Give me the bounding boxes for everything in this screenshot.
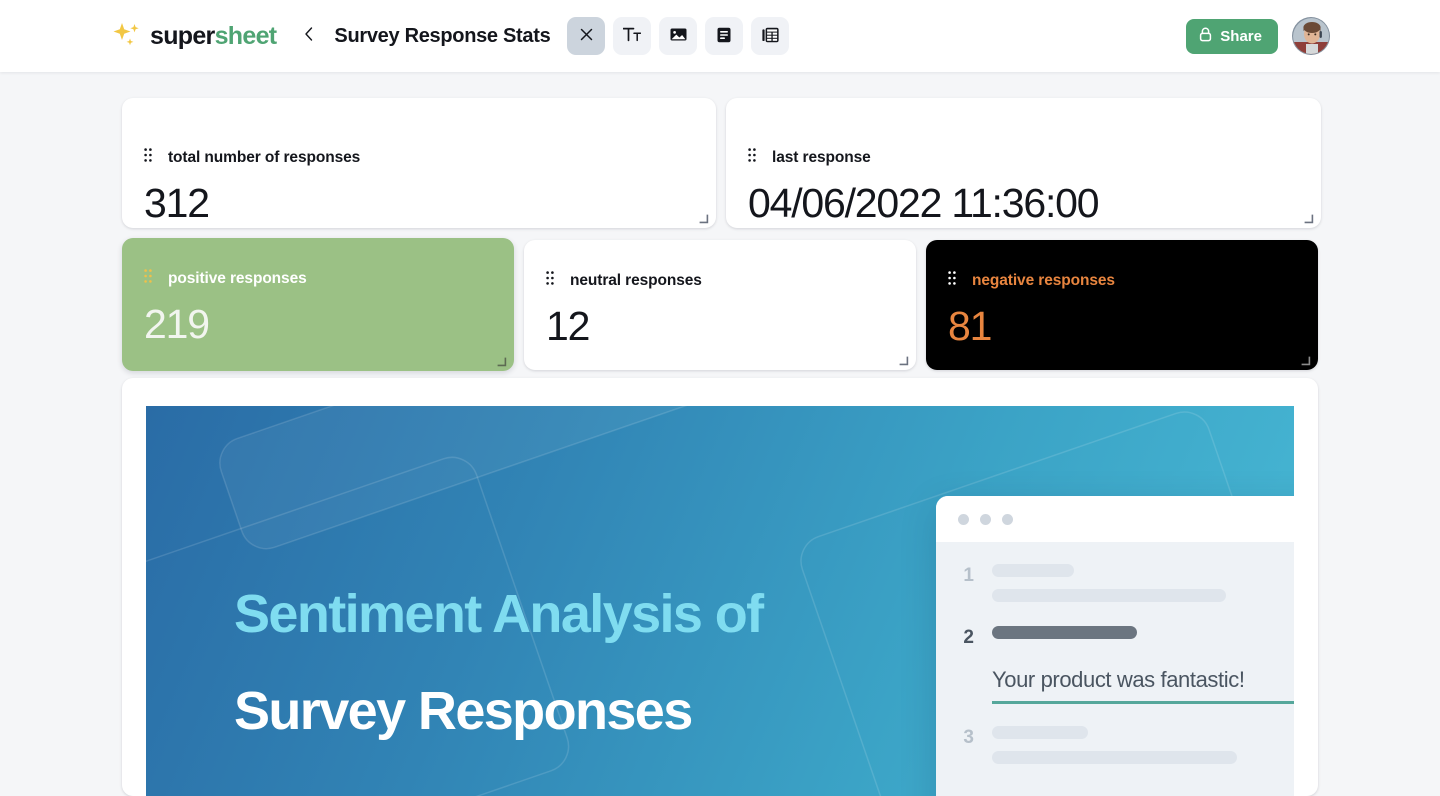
share-button-label: Share <box>1220 27 1262 45</box>
card-label: positive responses <box>168 269 307 287</box>
dashboard-canvas: total number of responses 312 last respo… <box>0 72 1440 796</box>
page-title[interactable]: Survey Response Stats <box>334 25 550 48</box>
chevron-left-icon <box>302 25 316 48</box>
resize-handle-icon[interactable] <box>698 211 709 224</box>
mockup-row-2: 2 <box>960 626 1294 647</box>
resize-handle-icon[interactable] <box>898 353 909 366</box>
back-button[interactable] <box>298 24 320 48</box>
lock-icon <box>1199 27 1212 46</box>
mockup-answer-underline <box>992 701 1294 704</box>
resize-handle-icon[interactable] <box>1303 211 1314 224</box>
mockup-placeholder-bars <box>992 626 1137 639</box>
card-header: last response <box>726 98 1321 167</box>
drag-handle-icon[interactable] <box>144 269 152 288</box>
share-button[interactable]: Share <box>1186 18 1278 54</box>
card-negative-responses[interactable]: negative responses 81 <box>926 240 1318 370</box>
window-dot-icon <box>980 513 991 525</box>
mockup-body: 1 2 Your product was fantastic! 3 <box>936 542 1294 796</box>
banner-heading-line2: Survey Responses <box>234 680 693 741</box>
window-dot-icon <box>1002 513 1013 525</box>
drag-handle-icon[interactable] <box>748 148 756 167</box>
card-value: 04/06/2022 11:36:00 <box>748 180 1100 226</box>
card-value: 81 <box>948 303 992 349</box>
resize-handle-icon[interactable] <box>496 354 507 367</box>
table-icon <box>762 27 779 46</box>
mockup-row-number: 3 <box>963 727 974 748</box>
mockup-answer-text: Your product was fantastic! <box>992 667 1245 692</box>
banner-illustration: Sentiment Analysis of Survey Responses 1 <box>146 406 1294 796</box>
logo-text-sheet: sheet <box>214 21 278 50</box>
card-value: 312 <box>144 180 210 226</box>
resize-handle-icon[interactable] <box>1300 353 1311 366</box>
browser-mockup-illustration: 1 2 Your product was fantastic! 3 <box>936 496 1294 796</box>
insert-text-block-button[interactable] <box>705 17 744 55</box>
mockup-titlebar <box>936 496 1294 542</box>
sparkles-icon <box>110 19 144 53</box>
card-header: positive responses <box>122 238 514 288</box>
placeholder-bar <box>992 626 1137 639</box>
banner-heading-line1: Sentiment Analysis of <box>234 584 764 644</box>
close-widget-button[interactable] <box>567 17 606 55</box>
card-last-response[interactable]: last response 04/06/2022 11:36:00 <box>726 98 1321 228</box>
insert-table-button[interactable] <box>751 17 790 55</box>
logo-text-super: super <box>150 21 215 50</box>
placeholder-bar <box>992 589 1226 602</box>
insert-image-button[interactable] <box>659 17 698 55</box>
app-header: supersheet Survey Response Stats Share <box>0 0 1440 72</box>
placeholder-bar <box>992 726 1088 739</box>
card-neutral-responses[interactable]: neutral responses 12 <box>524 240 916 370</box>
app-logo[interactable]: supersheet <box>110 19 278 53</box>
user-avatar[interactable] <box>1292 17 1330 55</box>
header-actions: Share <box>1186 0 1330 72</box>
placeholder-bar <box>992 751 1237 764</box>
text-format-icon <box>623 27 642 45</box>
card-positive-responses[interactable]: positive responses 219 <box>122 238 514 371</box>
window-dot-icon <box>958 513 969 525</box>
image-icon <box>670 27 687 45</box>
text-block-icon <box>717 27 731 46</box>
banner-heading: Sentiment Analysis of Survey Responses <box>234 584 764 741</box>
mockup-placeholder-bars <box>992 726 1237 764</box>
card-header: total number of responses <box>122 98 716 167</box>
card-total-responses[interactable]: total number of responses 312 <box>122 98 716 228</box>
card-header: negative responses <box>926 240 1318 290</box>
close-x-icon <box>580 28 593 44</box>
mockup-row-1: 1 <box>960 564 1294 602</box>
card-value: 12 <box>546 303 590 349</box>
text-format-button[interactable] <box>613 17 652 55</box>
mockup-row-3: 3 <box>960 726 1294 764</box>
card-banner-image[interactable]: Sentiment Analysis of Survey Responses 1 <box>122 378 1318 796</box>
drag-handle-icon[interactable] <box>546 271 554 290</box>
drag-handle-icon[interactable] <box>144 148 152 167</box>
mockup-row-number: 1 <box>963 565 974 586</box>
card-label: last response <box>772 148 871 166</box>
mockup-placeholder-bars <box>992 564 1226 602</box>
card-value: 219 <box>144 301 210 347</box>
card-label: total number of responses <box>168 148 361 166</box>
card-header: neutral responses <box>524 240 916 290</box>
widget-toolbar <box>567 17 790 55</box>
drag-handle-icon[interactable] <box>948 271 956 290</box>
mockup-row-number: 2 <box>963 627 974 648</box>
card-label: negative responses <box>972 271 1115 289</box>
placeholder-bar <box>992 564 1074 577</box>
card-label: neutral responses <box>570 271 702 289</box>
